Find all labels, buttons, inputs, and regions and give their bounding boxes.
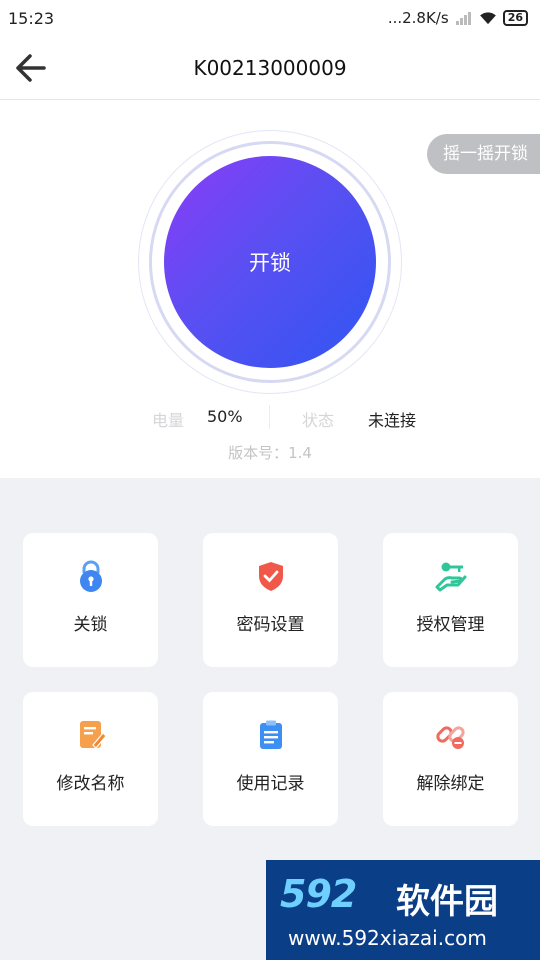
status-time: 15:23 xyxy=(8,8,55,28)
watermark-url: www.592xiazai.com xyxy=(288,926,487,950)
status-indicators: ...2.8K/s 26 xyxy=(388,9,528,27)
authorization-management-card[interactable]: 授权管理 xyxy=(383,533,518,667)
padlock-icon xyxy=(79,560,102,592)
site-watermark: 592 软件园 www.592xiazai.com xyxy=(266,860,540,960)
lock-info-row: 电量 50% 状态 未连接 xyxy=(0,403,540,433)
password-settings-label: 密码设置 xyxy=(236,615,305,635)
unbind-card[interactable]: 解除绑定 xyxy=(383,692,518,826)
version-text: 版本号：1.4 xyxy=(228,444,312,462)
battery-value: 50% xyxy=(207,407,243,426)
status-label: 状态 xyxy=(302,411,335,430)
shield-check-icon xyxy=(258,562,283,591)
watermark-brand-cn: 软件园 xyxy=(396,882,498,922)
wifi-icon xyxy=(479,12,496,25)
unlink-icon xyxy=(435,726,465,749)
clipboard-list-icon xyxy=(259,720,282,749)
status-bar: 15:23 ...2.8K/s 26 xyxy=(0,0,540,36)
app-header: K00213000009 xyxy=(0,36,540,100)
network-speed: ...2.8K/s xyxy=(387,9,449,27)
info-divider xyxy=(269,405,270,429)
unlock-button-label: 开锁 xyxy=(249,251,291,275)
password-settings-card[interactable]: 密码设置 xyxy=(203,533,338,667)
hand-key-icon xyxy=(435,562,466,592)
close-lock-card[interactable]: 关锁 xyxy=(23,533,158,667)
status-value: 未连接 xyxy=(368,411,417,430)
shake-to-unlock-button[interactable]: 摇一摇开锁 xyxy=(427,134,540,174)
watermark-brand: 592 xyxy=(280,872,357,916)
close-lock-label: 关锁 xyxy=(73,615,108,635)
lock-control-panel: 摇一摇开锁 开锁 电量 50% 状态 未连接 版本号：1.4 xyxy=(0,100,540,478)
unbind-label: 解除绑定 xyxy=(416,774,485,794)
rename-card[interactable]: 修改名称 xyxy=(23,692,158,826)
edit-document-icon xyxy=(79,721,107,749)
battery-indicator: 26 xyxy=(502,10,528,26)
usage-records-card[interactable]: 使用记录 xyxy=(203,692,338,826)
page-title: K00213000009 xyxy=(193,56,347,80)
rename-label: 修改名称 xyxy=(56,774,125,794)
battery-label: 电量 xyxy=(152,411,185,430)
signal-icon xyxy=(455,12,471,25)
authorization-management-label: 授权管理 xyxy=(416,615,485,635)
unlock-button[interactable]: 开锁 xyxy=(164,156,376,368)
usage-records-label: 使用记录 xyxy=(236,774,305,794)
